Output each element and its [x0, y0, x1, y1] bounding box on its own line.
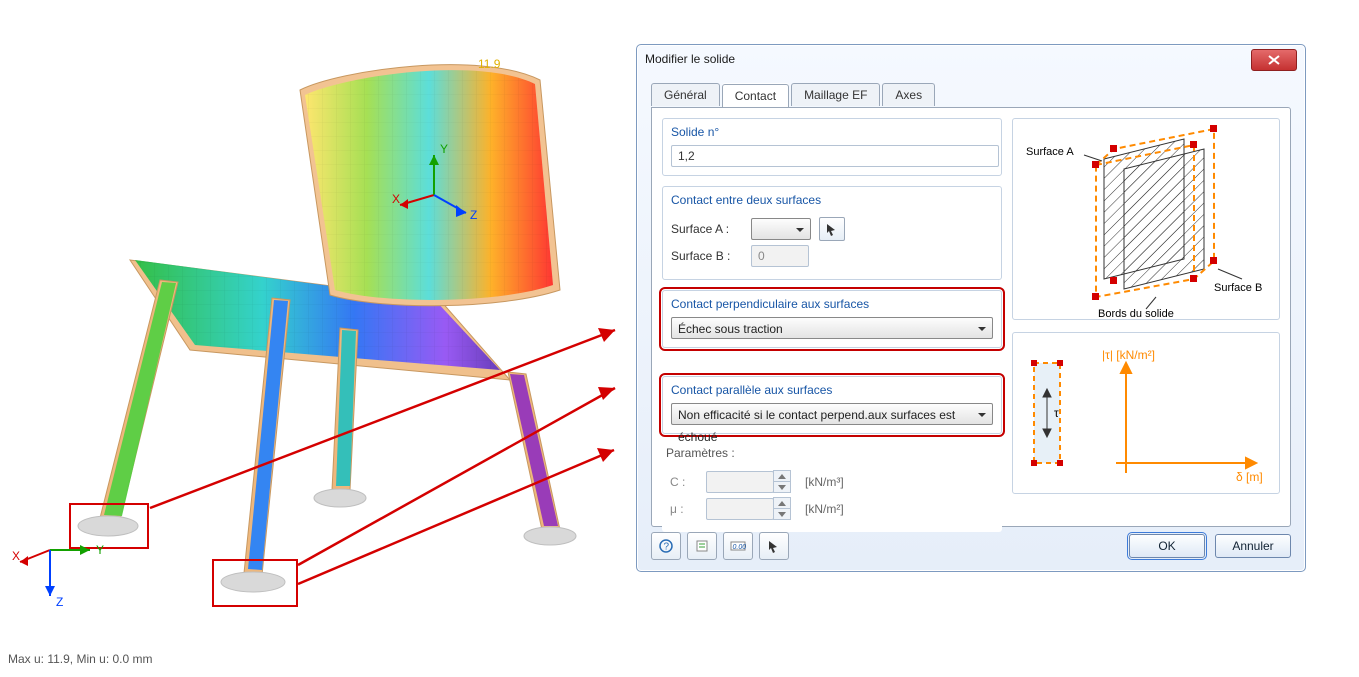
svg-text:Z: Z [56, 595, 63, 609]
svg-text:Z: Z [470, 208, 477, 222]
back-mesh [305, 70, 553, 300]
cancel-button[interactable]: Annuler [1215, 534, 1291, 558]
global-axes: X Y Z [10, 510, 130, 630]
support-icon [221, 572, 285, 592]
svg-text:τ: τ [1054, 406, 1059, 420]
cursor-icon [825, 222, 839, 236]
statusbar-min-max: Max u: 11.9, Min u: 0.0 mm [8, 652, 153, 666]
tabstrip: Général Contact Maillage EF Axes [651, 83, 937, 106]
notes-button[interactable] [687, 532, 717, 560]
param-mu-label: μ : [670, 502, 698, 516]
group-label: Contact entre deux surfaces [663, 187, 1001, 209]
help-button[interactable]: ? [651, 532, 681, 560]
units-button[interactable]: 0.00 [723, 532, 753, 560]
group-solid-no: Solide n° 1,2 [662, 118, 1002, 176]
svg-text:?: ? [664, 542, 670, 553]
support-icon [524, 527, 576, 545]
viewport-3d[interactable]: X Y Z 11.9 X Y Z [0, 10, 620, 620]
svg-text:X: X [392, 192, 400, 206]
surface-b-label: Surface B : [671, 249, 743, 263]
svg-text:Y: Y [96, 543, 104, 557]
pick-surface-button[interactable] [819, 217, 845, 241]
notes-icon [695, 539, 709, 553]
group-parameters: Paramètres : C : [kN/m³] μ : [662, 444, 1002, 532]
svg-text:Surface A: Surface A [1026, 146, 1074, 158]
svg-text:Surface B: Surface B [1214, 282, 1262, 294]
diagram-shear-plot: τ |τ| [kN/m²] δ [m] [1012, 332, 1280, 494]
svg-text:Bords du solide: Bords du solide [1098, 308, 1174, 319]
param-c-input[interactable] [706, 470, 791, 493]
tab-mesh[interactable]: Maillage EF [791, 83, 880, 106]
surface-b-value: 0 [751, 245, 809, 267]
close-button[interactable] [1251, 49, 1297, 71]
tab-axes[interactable]: Axes [882, 83, 935, 106]
param-mu-unit: [kN/m²] [805, 502, 844, 516]
svg-text:δ [m]: δ [m] [1236, 470, 1263, 484]
max-value-tag: 11.9 [478, 57, 501, 71]
surface-a-label: Surface A : [671, 222, 743, 236]
group-label: Contact perpendiculaire aux surfaces [663, 291, 1001, 313]
tab-contact[interactable]: Contact [722, 84, 789, 107]
svg-text:X: X [12, 549, 20, 563]
group-perpendicular-contact: Contact perpendiculaire aux surfaces Éch… [662, 290, 1002, 348]
perpendicular-contact-select[interactable]: Échec sous traction [671, 317, 993, 339]
dialog-edit-solid: Modifier le solide Général Contact Maill… [636, 44, 1306, 572]
surface-a-select[interactable] [751, 218, 811, 240]
diagram-contact-solid: Surface A Surface B Bords du solide [1012, 118, 1280, 320]
solid-number-input[interactable]: 1,2 [671, 145, 999, 167]
group-label: Contact parallèle aux surfaces [663, 377, 1001, 399]
dialog-footer: ? 0.00 OK Annuler [651, 531, 1291, 561]
tab-general[interactable]: Général [651, 83, 720, 106]
svg-text:Y: Y [440, 142, 448, 156]
svg-text:|τ| [kN/m²]: |τ| [kN/m²] [1102, 348, 1155, 362]
svg-text:0.00: 0.00 [733, 544, 747, 551]
ok-button[interactable]: OK [1129, 534, 1205, 558]
group-label: Solide n° [663, 119, 1001, 141]
pick-button[interactable] [759, 532, 789, 560]
dialog-title: Modifier le solide [637, 45, 1305, 73]
group-contact-surfaces: Contact entre deux surfaces Surface A : … [662, 186, 1002, 280]
tab-page-contact: Solide n° 1,2 Contact entre deux surface… [651, 107, 1291, 527]
param-mu-input[interactable] [706, 497, 791, 520]
help-icon: ? [659, 539, 673, 553]
param-c-unit: [kN/m³] [805, 475, 844, 489]
cursor-icon [767, 539, 781, 553]
param-c-label: C : [670, 475, 698, 489]
units-icon: 0.00 [730, 539, 746, 553]
group-parallel-contact: Contact parallèle aux surfaces Non effic… [662, 376, 1002, 434]
support-icon [314, 489, 366, 507]
parallel-contact-select[interactable]: Non efficacité si le contact perpend.aux… [671, 403, 993, 425]
